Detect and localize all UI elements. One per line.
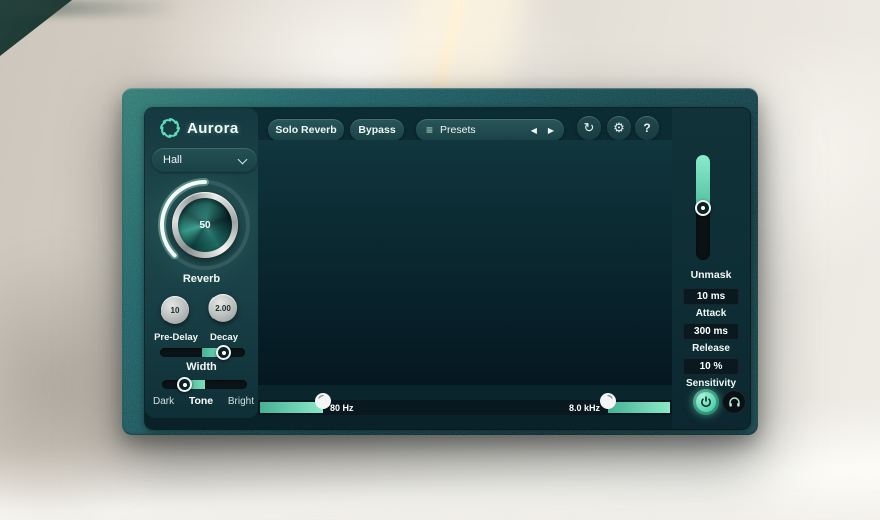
- unmask-slider-thumb[interactable]: [695, 200, 711, 216]
- reverb-knob[interactable]: 50: [172, 192, 238, 258]
- sidebar-panel: Aurora Hall 50 Reverb 10: [145, 108, 258, 418]
- release-label: Release: [672, 343, 750, 354]
- reverb-knob-face: 50: [178, 198, 232, 252]
- low-cut-handle[interactable]: [314, 392, 332, 410]
- decay-value: 2.00: [215, 304, 231, 313]
- headphones-icon: [728, 396, 741, 408]
- tone-slider-thumb[interactable]: [177, 377, 192, 392]
- tone-dark-label: Dark: [153, 396, 174, 407]
- presets-bar[interactable]: ≡ Presets ◀ ▶: [416, 119, 564, 141]
- room-type-dropdown[interactable]: Hall: [152, 148, 257, 172]
- wallpaper-corner: [0, 0, 72, 56]
- predelay-value: 10: [171, 306, 180, 315]
- power-icon: [700, 396, 712, 408]
- presets-label: Presets: [440, 124, 476, 136]
- predelay-knob[interactable]: 10: [161, 296, 189, 324]
- bypass-button[interactable]: Bypass: [350, 119, 404, 141]
- wallpaper-corner: [0, 0, 180, 16]
- tone-slider[interactable]: [162, 380, 247, 389]
- attack-value[interactable]: 10 ms: [683, 288, 739, 305]
- sensitivity-value[interactable]: 10 %: [683, 358, 739, 375]
- reverb-value: 50: [199, 220, 210, 231]
- unmask-label: Unmask: [672, 269, 750, 281]
- attack-label: Attack: [672, 308, 750, 319]
- sensitivity-label: Sensitivity: [672, 378, 750, 389]
- width-slider-thumb[interactable]: [216, 345, 231, 360]
- low-cut-value: 80 Hz: [330, 403, 354, 413]
- release-value[interactable]: 300 ms: [683, 323, 739, 340]
- plugin-panel: Aurora Hall 50 Reverb 10: [145, 108, 750, 429]
- help-button[interactable]: ?: [635, 116, 659, 140]
- preset-prev-button[interactable]: ◀: [531, 126, 537, 135]
- room-type-value: Hall: [163, 154, 182, 166]
- brand: Aurora: [159, 117, 239, 139]
- headphones-button[interactable]: [722, 390, 746, 414]
- unmask-power-button[interactable]: [693, 389, 719, 415]
- aurora-plugin-window: Aurora Hall 50 Reverb 10: [122, 88, 758, 435]
- tone-label: Tone: [189, 395, 213, 407]
- history-button[interactable]: ↻: [577, 116, 601, 140]
- aurora-swirl-icon: [159, 117, 181, 139]
- decay-label: Decay: [199, 332, 249, 343]
- unmask-panel: Unmask 10 ms Attack 300 ms Release 10 % …: [672, 108, 750, 429]
- preset-next-button[interactable]: ▶: [548, 126, 554, 135]
- high-cut-bar: [608, 402, 670, 413]
- preset-list-icon: ≡: [426, 123, 433, 137]
- settings-gear-button[interactable]: ⚙: [607, 116, 631, 140]
- reverb-label: Reverb: [145, 273, 258, 285]
- chevron-down-icon: [238, 155, 248, 165]
- unmask-eq-graph: [258, 140, 672, 385]
- eq-spectrum-canvas: [258, 140, 672, 385]
- solo-reverb-button[interactable]: Solo Reverb: [268, 119, 344, 141]
- tone-bright-label: Bright: [228, 396, 254, 407]
- width-label: Width: [145, 361, 258, 373]
- high-cut-value: 8.0 kHz: [528, 403, 600, 413]
- decay-knob[interactable]: 2.00: [209, 294, 237, 322]
- width-slider[interactable]: [160, 348, 245, 357]
- high-cut-handle[interactable]: [599, 392, 617, 410]
- plugin-title: Aurora: [187, 120, 239, 137]
- predelay-label: Pre-Delay: [145, 332, 207, 343]
